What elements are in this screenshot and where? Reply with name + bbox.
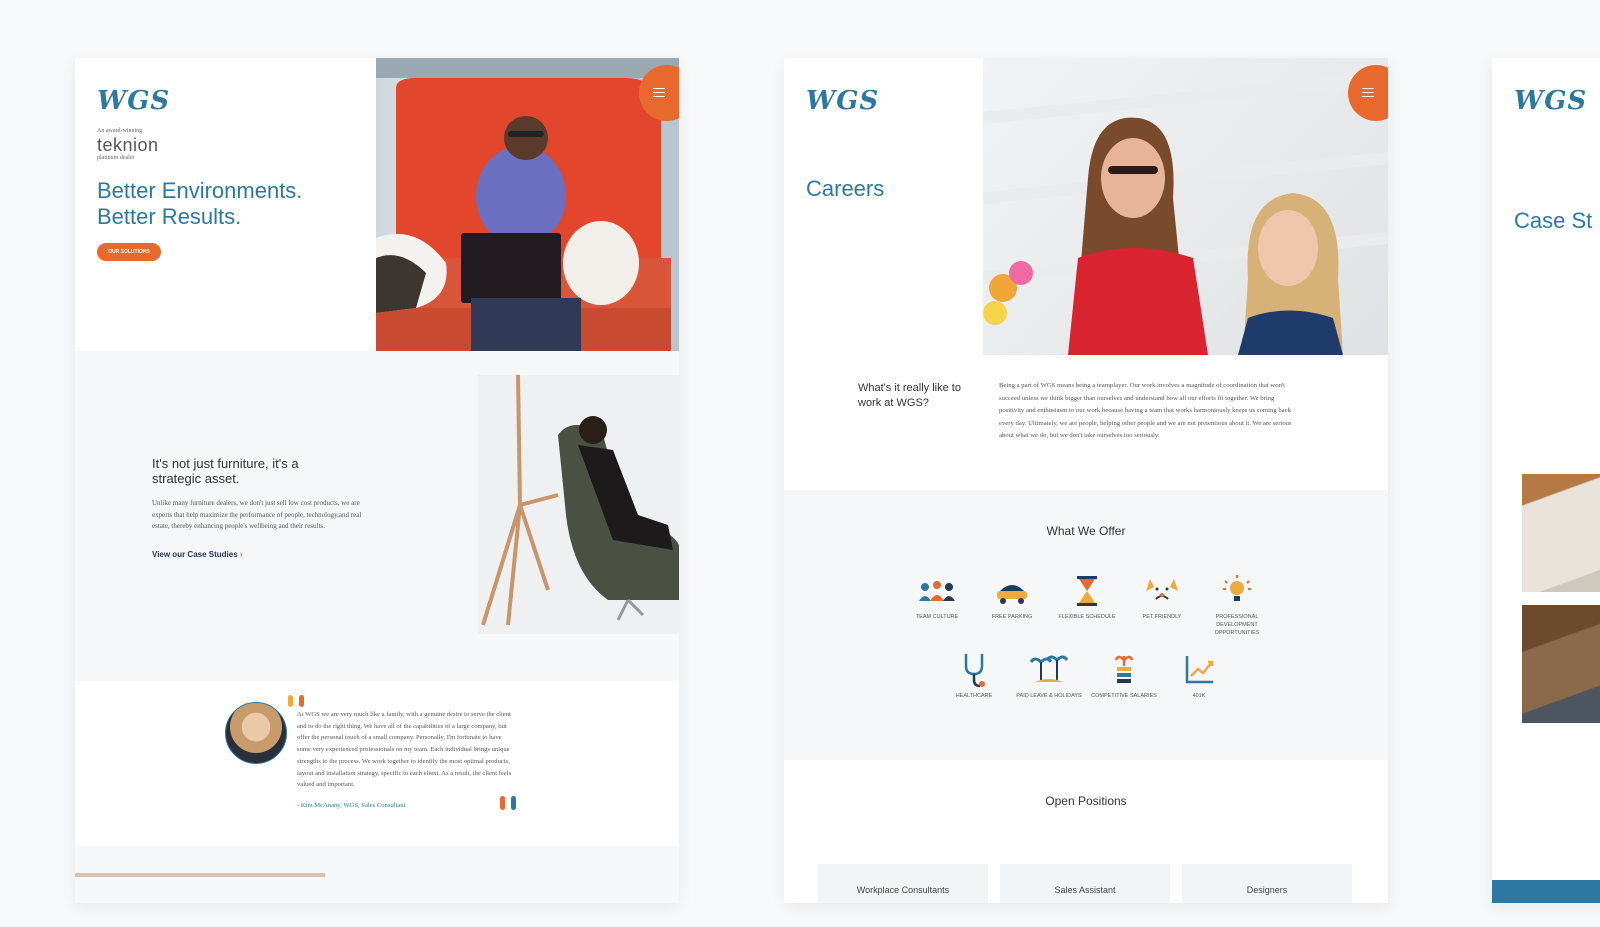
menu-button[interactable]: [1348, 65, 1388, 121]
chart-icon: [1179, 652, 1219, 688]
home-page-preview: WGS An award-winning teknion platinum de…: [75, 58, 679, 903]
careers-page-preview: WGS Careers What's it really like to wor…: [784, 58, 1388, 903]
offer-healthcare: HEALTHCARE: [934, 652, 1014, 700]
careers-hero-photo: [983, 58, 1388, 355]
offer-label: TEAM CULTURE: [915, 614, 959, 620]
our-solutions-button[interactable]: OUR SOLUTIONS: [97, 243, 161, 261]
teknion-tag-bottom: platinum dealer: [97, 155, 135, 161]
hero-photo: [376, 58, 679, 351]
chair-photo: [478, 375, 679, 634]
offer-paid-leave: PAID LEAVE & HOLIDAYS: [1009, 652, 1089, 700]
wgs-logo[interactable]: WGS: [97, 86, 170, 116]
teknion-logo: teknion: [97, 135, 159, 155]
position-workplace-consultants[interactable]: Workplace Consultants: [818, 864, 988, 903]
offer-label: PAID LEAVE & HOLIDAYS: [1016, 693, 1082, 699]
car-icon: [992, 573, 1032, 609]
position-designers[interactable]: Designers: [1182, 864, 1352, 903]
case-studies-page-preview: WGS Case St: [1492, 58, 1600, 903]
hero-headline: Better Environments. Better Results.: [97, 178, 302, 230]
wgs-logo[interactable]: WGS: [806, 86, 879, 116]
offer-heading: What We Offer: [1046, 524, 1126, 538]
position-sales-assistant[interactable]: Sales Assistant: [1000, 864, 1170, 903]
next-section-image-strip: [75, 873, 325, 877]
offer-label: HEALTHCARE: [955, 693, 993, 699]
page-title: Case St: [1514, 208, 1593, 233]
offer-label: PROFESSIONAL DEVELOPMENT OPPORTUNITIES: [1214, 614, 1260, 636]
strategic-body: Unlike many furniture dealers, we don't …: [152, 499, 362, 530]
positions-heading: Open Positions: [1045, 794, 1127, 808]
hero-line-1: Better Environments.: [97, 178, 303, 203]
case-studies-link[interactable]: View our Case Studies ›: [152, 550, 243, 559]
intro-question: What's it really like to work at WGS?: [858, 382, 961, 409]
offer-professional-development: PROFESSIONAL DEVELOPMENT OPPORTUNITIES: [1197, 573, 1277, 637]
page-title: Careers: [806, 176, 885, 201]
menu-button[interactable]: [639, 65, 679, 121]
case-study-photo-1[interactable]: [1522, 474, 1600, 592]
lightbulb-icon: [1217, 573, 1257, 609]
offer-team-culture: TEAM CULTURE: [897, 573, 977, 621]
hamburger-icon: [639, 65, 679, 121]
offer-401k: 401K: [1159, 652, 1239, 700]
footer-bar: [1492, 880, 1600, 903]
offer-label: FREE PARKING: [991, 614, 1033, 620]
plant-coins-icon: [1104, 652, 1144, 688]
chevron-right-icon: ›: [239, 550, 243, 559]
strategic-heading: It's not just furniture, it's a strategi…: [152, 456, 299, 486]
quote-close-icon: [500, 796, 517, 815]
avatar: [225, 702, 287, 764]
palm-tree-icon: [1029, 652, 1069, 688]
offer-label: COMPETITIVE SALARIES: [1091, 693, 1157, 699]
offer-label: FLEXIBLE SCHEDULE: [1058, 614, 1116, 620]
dog-icon: [1142, 573, 1182, 609]
offer-label: 401K: [1192, 693, 1206, 699]
intro-body: Being a part of WGS means being a teampl…: [999, 382, 1292, 439]
hourglass-icon: [1067, 573, 1107, 609]
offer-free-parking: FREE PARKING: [972, 573, 1052, 621]
testimonial-author: - Kim McAnany, WGS, Sales Consultant: [297, 802, 406, 809]
offer-flexible-schedule: FLEXIBLE SCHEDULE: [1047, 573, 1127, 621]
team-icon: [917, 573, 957, 609]
case-studies-link-text: View our Case Studies: [152, 550, 238, 559]
testimonial-quote: At WGS we are very much like a family, w…: [297, 711, 512, 789]
hamburger-icon: [1348, 65, 1388, 121]
teknion-tag-top: An award-winning: [97, 128, 143, 134]
offer-competitive-salaries: COMPETITIVE SALARIES: [1084, 652, 1164, 700]
wgs-logo[interactable]: WGS: [1514, 86, 1587, 116]
hero-line-2: Better Results.: [97, 204, 242, 229]
offer-pet-friendly: PET FRIENDLY: [1122, 573, 1202, 621]
case-study-photo-2[interactable]: [1522, 605, 1600, 723]
offer-label: PET FRIENDLY: [1142, 614, 1182, 620]
stethoscope-icon: [954, 652, 994, 688]
